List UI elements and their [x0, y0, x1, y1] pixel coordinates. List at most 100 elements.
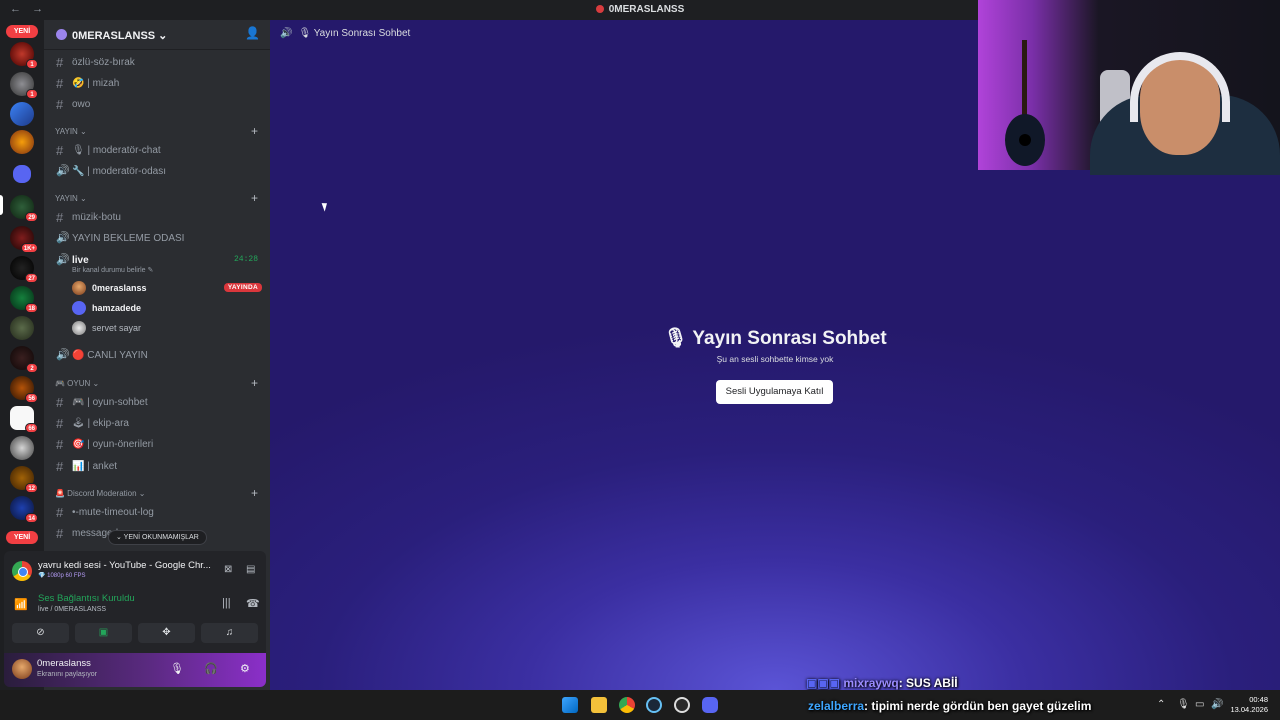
tray-chevron-icon[interactable]: ⌃ [1157, 699, 1165, 710]
channel-anket[interactable]: # 📊 | anket [54, 456, 262, 476]
category-yayin-1[interactable]: YAYIN ⌄ + [54, 124, 262, 140]
add-channel-icon[interactable]: + [251, 486, 258, 500]
voice-user[interactable]: 0meraslanss YAYINDA [72, 279, 262, 297]
share-quality: 💎 1080p 60 FPS [38, 573, 86, 579]
noise-suppression-icon[interactable]: ||| [222, 597, 231, 609]
join-voice-button[interactable]: Sesli Uygulamaya Katıl [716, 380, 833, 404]
channel-moderator-odasi[interactable]: 🔊 🔧 | moderatör-odası [54, 161, 262, 181]
guitar-icon [1005, 40, 1045, 166]
server-icon[interactable] [10, 316, 34, 340]
channel-oyun-sohbet[interactable]: # 🎮 | oyun-sohbet [54, 392, 262, 412]
category-yayin-2[interactable]: YAYIN ⌄ + [54, 191, 262, 207]
hash-icon: # [56, 505, 64, 520]
chrome-taskbar-icon[interactable] [619, 697, 635, 713]
new-unread-badge-top[interactable]: YENİ [6, 25, 38, 38]
channel-label: 🎙 | moderatör-chat [72, 145, 161, 156]
category-label: 🚨 Discord Moderation ⌄ [55, 489, 146, 498]
server-icon[interactable]: 18 [10, 286, 38, 313]
voice-user[interactable]: servet sayar [72, 319, 262, 337]
share-settings-icon[interactable]: ▤ [246, 564, 255, 575]
stop-share-icon[interactable]: ⊠ [224, 564, 232, 575]
server-icon[interactable]: 12 [10, 466, 38, 493]
channel-canli-yayin[interactable]: 🔊 🔴 CANLI YAYIN [54, 345, 262, 365]
voice-actions: ⊘ ▣ ✥ ♫ [12, 623, 258, 643]
folder-icon[interactable] [13, 165, 31, 183]
channel-moderator-chat[interactable]: # 🎙 | moderatör-chat [54, 140, 262, 160]
channel-label: •-mute-timeout-log [72, 507, 154, 518]
steam-icon[interactable] [646, 697, 662, 713]
new-unread-badge-bottom[interactable]: YENİ [6, 531, 38, 544]
add-channel-icon[interactable]: + [251, 124, 258, 138]
channel-oyun-onerileri[interactable]: # 🎯 | oyun-önerileri [54, 434, 262, 454]
activities-button[interactable]: ✥ [138, 623, 195, 643]
channel-label: YAYIN BEKLEME ODASI [72, 233, 185, 244]
microphone-icon[interactable]: 🎙 [170, 662, 184, 675]
hash-icon: # [56, 416, 64, 431]
hash-icon: # [56, 55, 64, 70]
voice-status-title[interactable]: Ses Bağlantısı Kuruldu [38, 593, 135, 604]
soundboard-button[interactable]: ♫ [201, 623, 258, 643]
channel-mute-timeout-log[interactable]: # •-mute-timeout-log [54, 502, 262, 522]
server-icon[interactable]: 66 [10, 406, 38, 433]
voice-channel-empty-text: Şu an sesli sohbette kimse yok [716, 354, 834, 364]
add-channel-icon[interactable]: + [251, 191, 258, 205]
server-icon[interactable]: 1 [10, 42, 38, 69]
channel-yayin-bekleme[interactable]: 🔊 YAYIN BEKLEME ODASI [54, 228, 262, 248]
mention-badge: 66 [25, 423, 38, 433]
channel-label: özlü-söz-bırak [72, 57, 135, 68]
tray-network-icon[interactable]: ▭ [1195, 699, 1204, 710]
voice-user[interactable]: hamzadede [72, 299, 262, 317]
channel-label: 🎯 | oyun-önerileri [72, 439, 154, 450]
mention-badge: 1 [26, 59, 38, 69]
obs-icon[interactable] [674, 697, 690, 713]
status-panel: yavru kedi sesi - YouTube - Google Chr..… [4, 551, 266, 687]
server-icon[interactable]: 2 [10, 346, 38, 373]
server-icon[interactable]: 1K+ [10, 226, 38, 253]
hash-icon: # [56, 526, 64, 541]
channel-owo[interactable]: # owo [54, 94, 262, 114]
file-explorer-icon[interactable] [591, 697, 607, 713]
mouse-cursor-icon [321, 201, 330, 212]
gear-icon[interactable]: ⚙ [240, 662, 250, 675]
server-icon[interactable] [10, 436, 34, 460]
server-icon[interactable]: 27 [10, 256, 38, 283]
category-label: YAYIN ⌄ [55, 127, 87, 136]
windows-start-icon[interactable] [562, 697, 578, 713]
server-icon[interactable]: 56 [10, 376, 38, 403]
channel-muzik-botu[interactable]: # müzik-botu [54, 207, 262, 227]
voice-status-sub[interactable]: live / 0MERASLANSS [38, 606, 106, 613]
category-oyun[interactable]: 🎮 OYUN ⌄ + [54, 376, 262, 392]
user-name[interactable]: 0meraslanss [37, 658, 91, 669]
share-title: yavru kedi sesi - YouTube - Google Chr..… [38, 560, 211, 571]
speaker-icon: 🔊 [280, 28, 293, 39]
server-icon[interactable]: 29 [10, 195, 38, 222]
add-channel-icon[interactable]: + [251, 376, 258, 390]
discord-icon[interactable] [702, 697, 718, 713]
guild-name: 0MERASLANSS ⌄ [72, 30, 168, 42]
taskbar-clock[interactable]: 00:48 13.04.2026 [1230, 695, 1268, 715]
guild-header[interactable]: 0MERASLANSS ⌄ 👤 [44, 20, 270, 50]
tray-mic-icon[interactable]: 🎙 [1177, 699, 1190, 710]
voice-user-name: 0meraslanss [92, 283, 147, 293]
camera-off-button[interactable]: ⊘ [12, 623, 69, 643]
category-label: YAYIN ⌄ [55, 194, 87, 203]
server-icon[interactable]: 1 [10, 72, 38, 99]
new-unreads-button[interactable]: ⌄ YENİ OKUNMAMIŞLAR [108, 530, 207, 545]
hash-icon: # [56, 459, 64, 474]
server-icon[interactable]: 14 [10, 496, 38, 523]
server-icon[interactable] [10, 102, 34, 126]
channel-ekip-ara[interactable]: # 🕹 | ekip-ara [54, 413, 262, 433]
screen-share-button[interactable]: ▣ [75, 623, 132, 643]
avatar[interactable] [12, 659, 32, 679]
channel-ozlu-soz[interactable]: # özlü-söz-bırak [54, 52, 262, 72]
headphones-icon[interactable]: 🎧 [204, 662, 218, 675]
channel-status-hint[interactable]: Bir kanal durumu belirle ✎ [72, 266, 153, 274]
category-discord-moderation[interactable]: 🚨 Discord Moderation ⌄ + [54, 486, 262, 502]
hash-icon: # [56, 143, 64, 158]
tray-volume-icon[interactable]: 🔊 [1211, 699, 1223, 710]
channel-mizah[interactable]: # 🤣 | mizah [54, 73, 262, 93]
disconnect-icon[interactable]: ☎ [246, 597, 260, 610]
server-icon[interactable] [10, 130, 34, 154]
mention-badge: 29 [25, 212, 38, 222]
add-member-icon[interactable]: 👤 [245, 26, 260, 40]
